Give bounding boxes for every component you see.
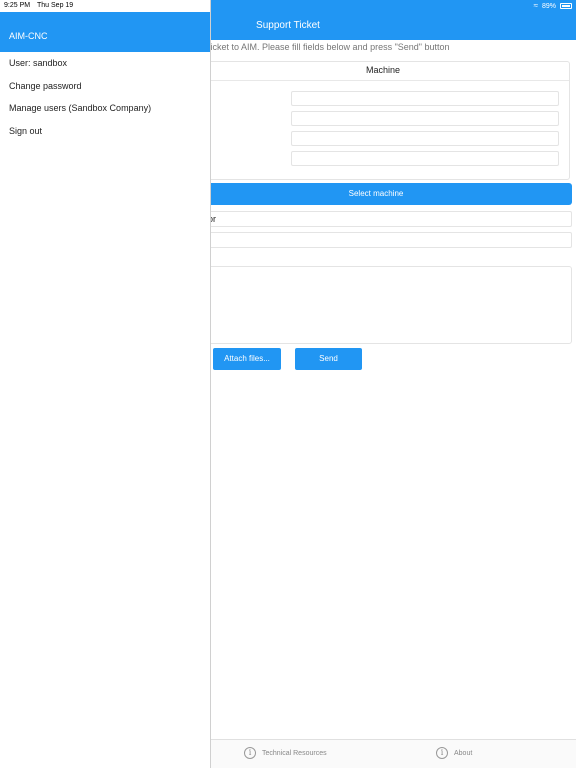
text-field[interactable] <box>200 232 572 248</box>
battery-icon <box>560 3 572 9</box>
machine-heading: Machine <box>201 65 569 75</box>
drawer-item-change-password[interactable]: Change password <box>0 76 210 99</box>
info-icon: i <box>244 747 256 759</box>
drawer-header: AIM-CNC <box>0 12 210 52</box>
tab-about-label: About <box>454 749 473 757</box>
battery-percentage: 89% <box>541 2 556 10</box>
drawer-item-manage-users[interactable]: Manage users (Sandbox Company) <box>0 98 210 121</box>
machine-divider <box>201 80 569 81</box>
intro-text: rt ticket to AIM. Please fill fields bel… <box>200 42 450 52</box>
machine-section: Machine <box>200 61 570 180</box>
machine-field-3[interactable] <box>291 131 559 146</box>
attach-files-button[interactable]: Attach files... <box>213 348 281 370</box>
side-drawer: 9:25 PM Thu Sep 19 AIM-CNC User: sandbox… <box>0 0 211 768</box>
contractor-field[interactable]: ctor <box>200 211 572 227</box>
status-indicators: ≈ 89% <box>534 0 572 12</box>
send-button[interactable]: Send <box>295 348 362 370</box>
intro-text-label: rt ticket to AIM. Please fill fields bel… <box>200 42 450 52</box>
info-icon: i <box>436 747 448 759</box>
machine-field-1[interactable] <box>291 91 559 106</box>
machine-field-2[interactable] <box>291 111 559 126</box>
page-title-text: Support Ticket <box>256 20 320 31</box>
wifi-icon: ≈ <box>533 1 538 10</box>
machine-heading-text: Machine <box>365 65 401 75</box>
message-textarea[interactable] <box>200 266 572 344</box>
drawer-item-sign-out[interactable]: Sign out <box>0 121 210 144</box>
tab-technical-resources-label: Technical Resources <box>262 749 327 757</box>
drawer-menu: User: sandbox Change password Manage use… <box>0 53 210 143</box>
select-machine-label: Select machine <box>348 189 404 198</box>
drawer-item-user[interactable]: User: sandbox <box>0 53 210 76</box>
tab-about[interactable]: i About <box>436 747 472 759</box>
app-screen: ≈ 89% Support Ticket rt ticket to AIM. P… <box>0 0 576 768</box>
machine-field-4[interactable] <box>291 151 559 166</box>
select-machine-button[interactable]: Select machine <box>200 183 572 205</box>
tab-technical-resources[interactable]: i Technical Resources <box>244 747 327 759</box>
